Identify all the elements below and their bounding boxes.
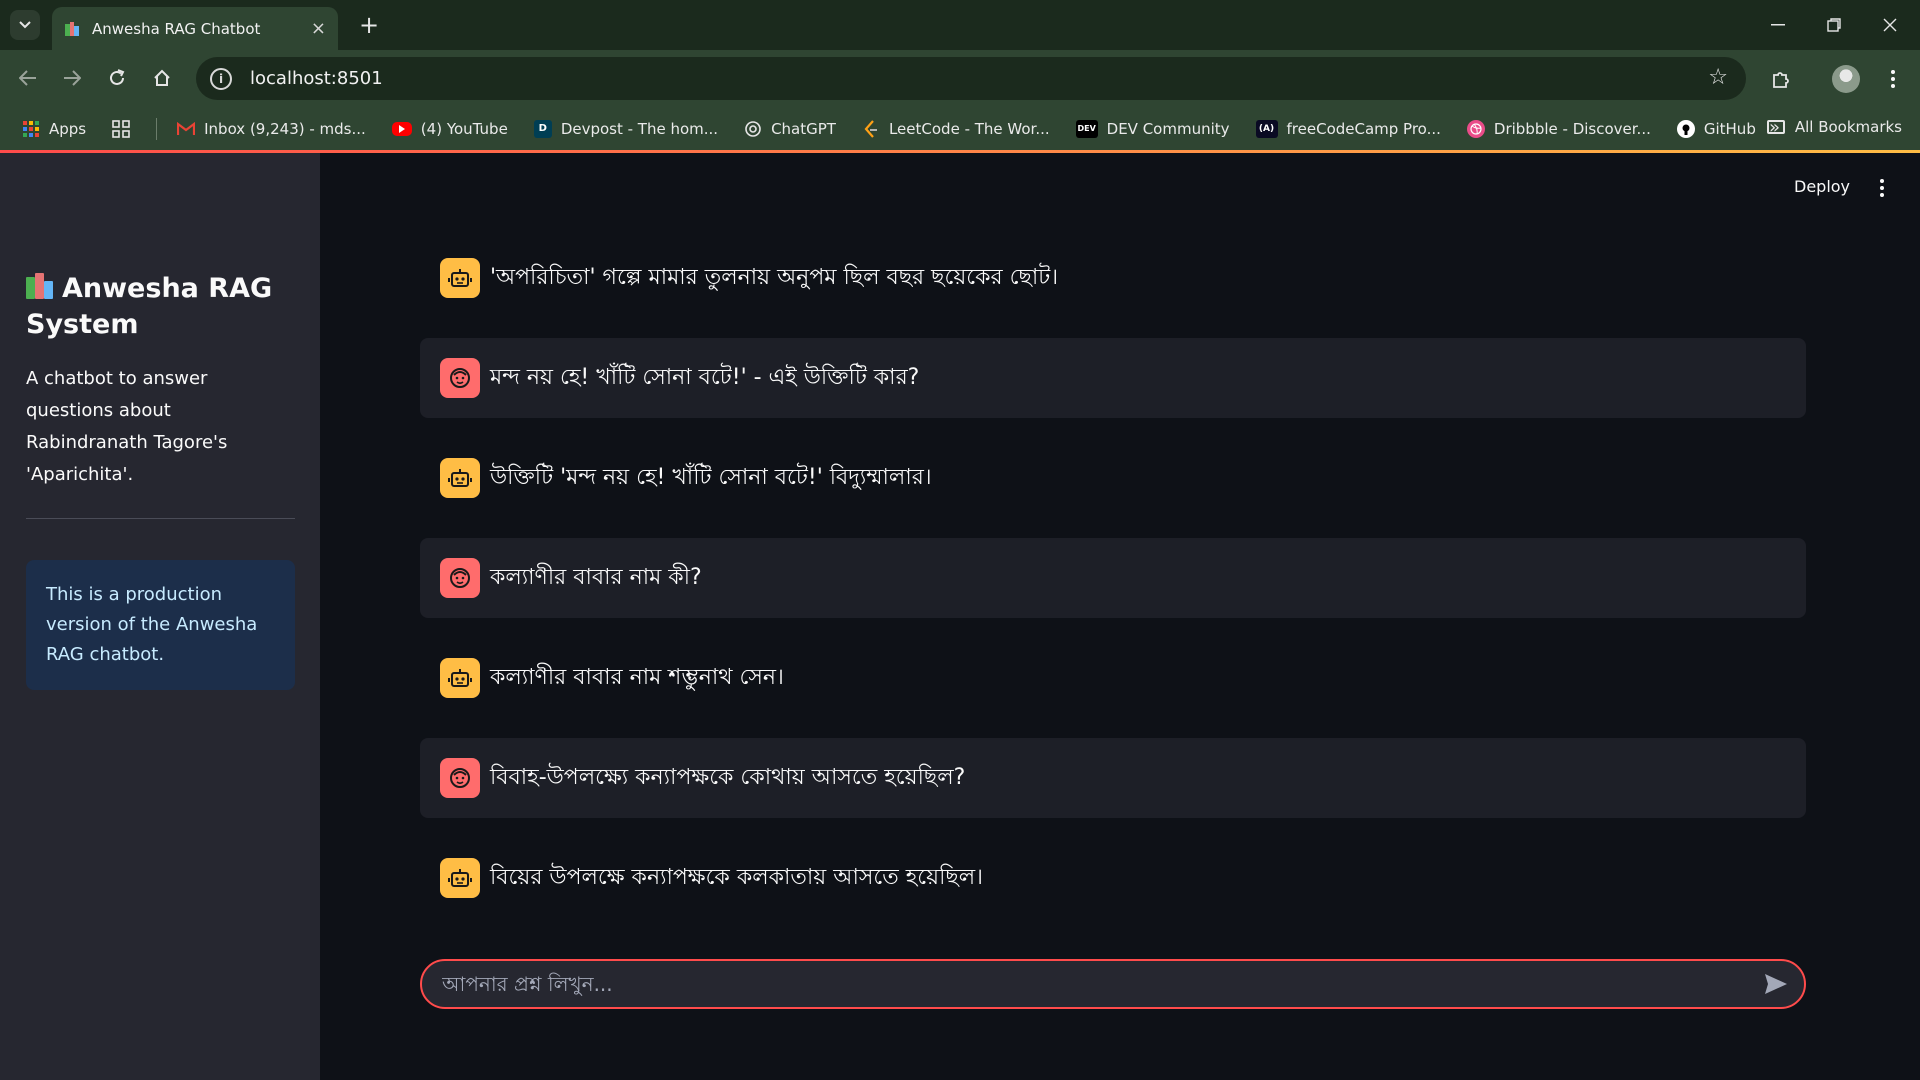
message-text: কল্যাণীর বাবার নাম কী? (490, 564, 702, 590)
books-favicon-icon (64, 21, 80, 37)
github-icon (1676, 119, 1695, 138)
message-text: বিয়ের উপলক্ষে কন্যাপক্ষকে কলকাতায় আসতে… (490, 864, 983, 890)
assistant-message: কল্যাণীর বাবার নাম শম্ভুনাথ সেন। (420, 638, 1806, 718)
chat-input[interactable] (442, 961, 1756, 1007)
smiley-face-icon (440, 758, 480, 798)
bookmark-star-icon[interactable]: ☆ (1708, 65, 1728, 90)
bookmark-label: Inbox (9,243) - mds... (204, 119, 366, 138)
message-text: 'অপরিচিতা' গল্পে মামার তুলনায় অনুপম ছিল… (490, 264, 1059, 290)
assistant-message: 'অপরিচিতা' গল্পে মামার তুলনায় অনুপম ছিল… (420, 238, 1806, 318)
bookmark-label: Devpost - The hom... (560, 119, 719, 138)
all-bookmarks-button[interactable]: All Bookmarks (1766, 118, 1902, 136)
bookmark-leetcode[interactable]: LeetCode - The Wor... (862, 120, 1050, 138)
tab-groups-icon[interactable] (112, 119, 130, 138)
sidebar-description: A chatbot to answer questions about Rabi… (26, 368, 228, 485)
bookmark-dribbble[interactable]: Dribbble - Discover... (1466, 119, 1651, 138)
bookmark-freecodecamp[interactable]: (A) freeCodeCamp Pro... (1255, 119, 1441, 138)
message-text: কল্যাণীর বাবার নাম শম্ভুনাথ সেন। (490, 664, 784, 690)
restore-icon[interactable] (1814, 8, 1854, 42)
message-text: উক্তিটি 'মন্দ নয় হে! খাঁটি সোনা বটে!' ব… (490, 464, 932, 490)
dev-icon: DEV (1075, 119, 1098, 138)
bookmark-gmail[interactable]: Inbox (9,243) - mds... (177, 120, 366, 138)
user-message: কল্যাণীর বাবার নাম কী? (420, 538, 1806, 618)
chat-input-container (420, 959, 1806, 1009)
user-message: মন্দ নয় হে! খাঁটি সোনা বটে!' - এই উক্তি… (420, 338, 1806, 418)
close-window-icon[interactable] (1870, 8, 1910, 42)
bookmark-dev-community[interactable]: DEV DEV Community (1075, 119, 1230, 138)
browser-toolbar: i localhost:8501 ☆ (0, 50, 1920, 107)
robot-icon (440, 658, 480, 698)
bookmarks-divider (156, 117, 158, 140)
bookmark-label: Apps (49, 119, 87, 138)
browser-tab-strip: Anwesha RAG Chatbot × + (0, 0, 1920, 50)
robot-icon (440, 258, 480, 298)
sidebar-title: Anwesha RAG System (26, 271, 296, 343)
browser-menu-icon[interactable] (1876, 62, 1910, 96)
bookmark-label: Dribbble - Discover... (1493, 119, 1651, 138)
sidebar-divider (26, 518, 295, 519)
bookmark-label: freeCodeCamp Pro... (1286, 119, 1441, 138)
info-box: This is a production version of the Anwe… (26, 560, 295, 690)
bookmark-label: (4) YouTube (420, 119, 508, 138)
app-menu-icon[interactable] (1872, 174, 1892, 202)
assistant-message: উক্তিটি 'মন্দ নয় হে! খাঁটি সোনা বটে!' ব… (420, 438, 1806, 518)
gmail-icon (177, 120, 196, 138)
bookmarks-bar: Apps Inbox (9,243) - mds... (4) YouTube … (0, 107, 1920, 150)
smiley-face-icon (440, 358, 480, 398)
message-text: বিবাহ-উপলক্ষ্যে কন্যাপক্ষকে কোথায় আসতে … (490, 764, 966, 790)
folder-icon (1766, 120, 1785, 134)
message-text: মন্দ নয় হে! খাঁটি সোনা বটে!' - এই উক্তি… (490, 364, 920, 390)
active-browser-tab[interactable]: Anwesha RAG Chatbot × (52, 7, 338, 50)
profile-avatar[interactable] (1829, 62, 1863, 96)
dribbble-icon (1466, 119, 1485, 138)
user-message: বিবাহ-উপলক্ষ্যে কন্যাপক্ষকে কোথায় আসতে … (420, 738, 1806, 818)
forward-arrow-icon[interactable] (56, 62, 88, 94)
send-arrow-icon[interactable] (1756, 964, 1796, 1004)
bookmark-youtube[interactable]: (4) YouTube (391, 119, 508, 138)
home-icon[interactable] (146, 62, 178, 94)
tab-close-icon[interactable]: × (311, 18, 326, 39)
tab-search-chevron-icon[interactable] (10, 10, 40, 40)
site-info-icon[interactable]: i (210, 67, 232, 90)
bookmark-apps[interactable]: Apps (22, 120, 86, 138)
chatgpt-icon (744, 120, 762, 138)
bookmark-github[interactable]: GitHub (1676, 119, 1756, 138)
tab-title: Anwesha RAG Chatbot (92, 19, 261, 38)
address-url: localhost:8501 (250, 68, 383, 89)
all-bookmarks-label: All Bookmarks (1794, 118, 1902, 136)
bookmark-chatgpt[interactable]: ChatGPT (744, 120, 836, 138)
chat-messages: 'অপরিচিতা' গল্পে মামার তুলনায় অনুপম ছিল… (420, 238, 1806, 918)
apps-grid-icon (22, 120, 40, 138)
sidebar: Anwesha RAG System A chatbot to answer q… (0, 153, 320, 1080)
robot-icon (440, 858, 480, 898)
devpost-icon: D (533, 119, 552, 138)
back-arrow-icon[interactable] (12, 62, 44, 94)
address-bar[interactable]: i localhost:8501 ☆ (196, 57, 1746, 100)
bookmark-label: DEV Community (1106, 119, 1230, 138)
leetcode-icon (862, 119, 880, 138)
sidebar-title-text: Anwesha RAG System (26, 273, 273, 340)
smiley-face-icon (440, 558, 480, 598)
bookmark-label: GitHub (1703, 119, 1756, 138)
robot-icon (440, 458, 480, 498)
new-tab-button[interactable]: + (354, 10, 384, 40)
freecodecamp-icon: (A) (1255, 119, 1278, 138)
bookmark-label: ChatGPT (771, 119, 836, 138)
youtube-icon (391, 121, 412, 136)
bookmark-label: LeetCode - The Wor... (888, 119, 1050, 138)
books-icon (26, 273, 56, 299)
reload-icon[interactable] (101, 62, 133, 94)
extensions-puzzle-icon[interactable] (1764, 62, 1798, 96)
deploy-button[interactable]: Deploy (1794, 177, 1850, 196)
minimize-icon[interactable] (1758, 8, 1798, 42)
assistant-message: বিয়ের উপলক্ষে কন্যাপক্ষকে কলকাতায় আসতে… (420, 838, 1806, 918)
bookmark-devpost[interactable]: D Devpost - The hom... (533, 119, 719, 138)
